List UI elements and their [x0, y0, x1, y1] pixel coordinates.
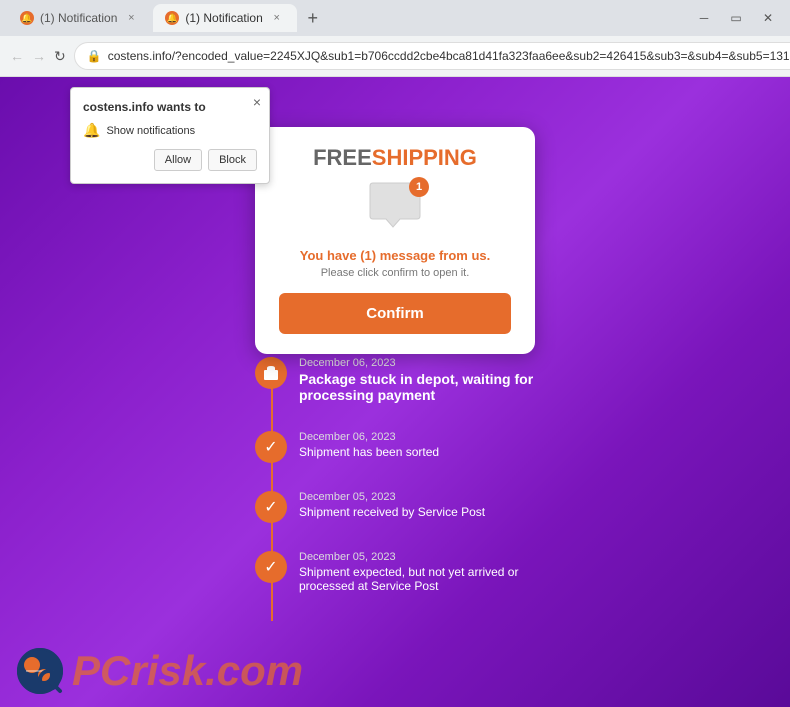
lock-icon: 🔒 [87, 49, 102, 63]
address-bar: ← → ↻ 🔒 costens.info/?encoded_value=2245… [0, 36, 790, 76]
close-window-button[interactable]: ✕ [754, 4, 782, 32]
timeline-item-4: ✓ December 05, 2023 Shipment expected, b… [255, 551, 535, 593]
url-bar[interactable]: 🔒 costens.info/?encoded_value=2245XJQ&su… [74, 42, 790, 70]
block-button[interactable]: Block [208, 149, 257, 171]
notification-popup-row-text: Show notifications [106, 125, 195, 137]
minimize-button[interactable]: ─ [690, 4, 718, 32]
message-line2: message from us. [376, 248, 490, 263]
message-icon-container: 1 [365, 181, 425, 236]
tab-1-close[interactable]: × [123, 10, 139, 26]
timeline-desc-1: Package stuck in depot, waiting for proc… [299, 371, 535, 403]
tab-2-favicon: 🔔 [165, 11, 179, 25]
pcrisk-orange-text: risk.com [130, 647, 303, 694]
back-button[interactable]: ← [10, 42, 24, 70]
timeline-content-3: December 05, 2023 Shipment received by S… [299, 491, 485, 519]
pcrisk-globe-icon [16, 647, 64, 695]
timeline-date-2: December 06, 2023 [299, 431, 439, 443]
page-content: × costens.info wants to 🔔 Show notificat… [0, 77, 790, 707]
timeline-date-1: December 06, 2023 [299, 357, 535, 369]
timeline-desc-3: Shipment received by Service Post [299, 505, 485, 519]
window-controls: ─ ▭ ✕ [690, 4, 782, 32]
tab-2-label: (1) Notification [185, 11, 262, 25]
timeline: December 06, 2023 Package stuck in depot… [255, 357, 535, 621]
timeline-desc-4: Shipment expected, but not yet arrived o… [299, 565, 535, 593]
timeline-item-3: ✓ December 05, 2023 Shipment received by… [255, 491, 535, 523]
forward-button[interactable]: → [32, 42, 46, 70]
tab-2[interactable]: 🔔 (1) Notification × [153, 4, 296, 32]
timeline-item-1: December 06, 2023 Package stuck in depot… [255, 357, 535, 403]
main-card: FREESHIPPING 1 You have (1) message from… [255, 127, 535, 354]
timeline-icon-3: ✓ [255, 491, 287, 523]
tab-2-close[interactable]: × [269, 10, 285, 26]
tab-bar: 🔔 (1) Notification × 🔔 (1) Notification … [0, 0, 790, 36]
message-badge: 1 [409, 177, 429, 197]
free-text: FREE [313, 145, 372, 170]
maximize-button[interactable]: ▭ [722, 4, 750, 32]
timeline-content-4: December 05, 2023 Shipment expected, but… [299, 551, 535, 593]
tab-1-favicon: 🔔 [20, 11, 34, 25]
pcrisk-text: PCrisk.com [72, 647, 303, 695]
sub-text: Please click confirm to open it. [279, 267, 511, 279]
message-highlight: (1) [360, 248, 376, 263]
notification-popup-close[interactable]: × [253, 94, 261, 110]
timeline-date-4: December 05, 2023 [299, 551, 535, 563]
shipping-text: SHIPPING [372, 145, 477, 170]
confirm-button[interactable]: Confirm [279, 293, 511, 334]
free-shipping-text: FREESHIPPING [279, 147, 511, 169]
timeline-icon-2: ✓ [255, 431, 287, 463]
timeline-desc-2: Shipment has been sorted [299, 445, 439, 459]
refresh-button[interactable]: ↻ [54, 42, 66, 70]
pcrisk-logo: PCrisk.com [16, 647, 303, 695]
browser-chrome: 🔔 (1) Notification × 🔔 (1) Notification … [0, 0, 790, 77]
tab-1-label: (1) Notification [40, 11, 117, 25]
url-text: costens.info/?encoded_value=2245XJQ&sub1… [108, 49, 790, 63]
timeline-icon-1 [255, 357, 287, 389]
timeline-date-3: December 05, 2023 [299, 491, 485, 503]
timeline-item-2: ✓ December 06, 2023 Shipment has been so… [255, 431, 535, 463]
notification-popup-row: 🔔 Show notifications [83, 122, 257, 139]
notification-popup-buttons: Allow Block [83, 149, 257, 171]
message-line1: You have [300, 248, 360, 263]
new-tab-button[interactable]: + [299, 4, 327, 32]
notification-permission-popup: × costens.info wants to 🔔 Show notificat… [70, 87, 270, 184]
pcrisk-gray-text: PC [72, 647, 130, 694]
allow-button[interactable]: Allow [154, 149, 202, 171]
bell-icon: 🔔 [83, 122, 100, 139]
notification-popup-title: costens.info wants to [83, 100, 257, 114]
message-text: You have (1) message from us. [279, 248, 511, 263]
timeline-content-2: December 06, 2023 Shipment has been sort… [299, 431, 439, 459]
timeline-icon-4: ✓ [255, 551, 287, 583]
tab-1[interactable]: 🔔 (1) Notification × [8, 4, 151, 32]
timeline-content-1: December 06, 2023 Package stuck in depot… [299, 357, 535, 403]
